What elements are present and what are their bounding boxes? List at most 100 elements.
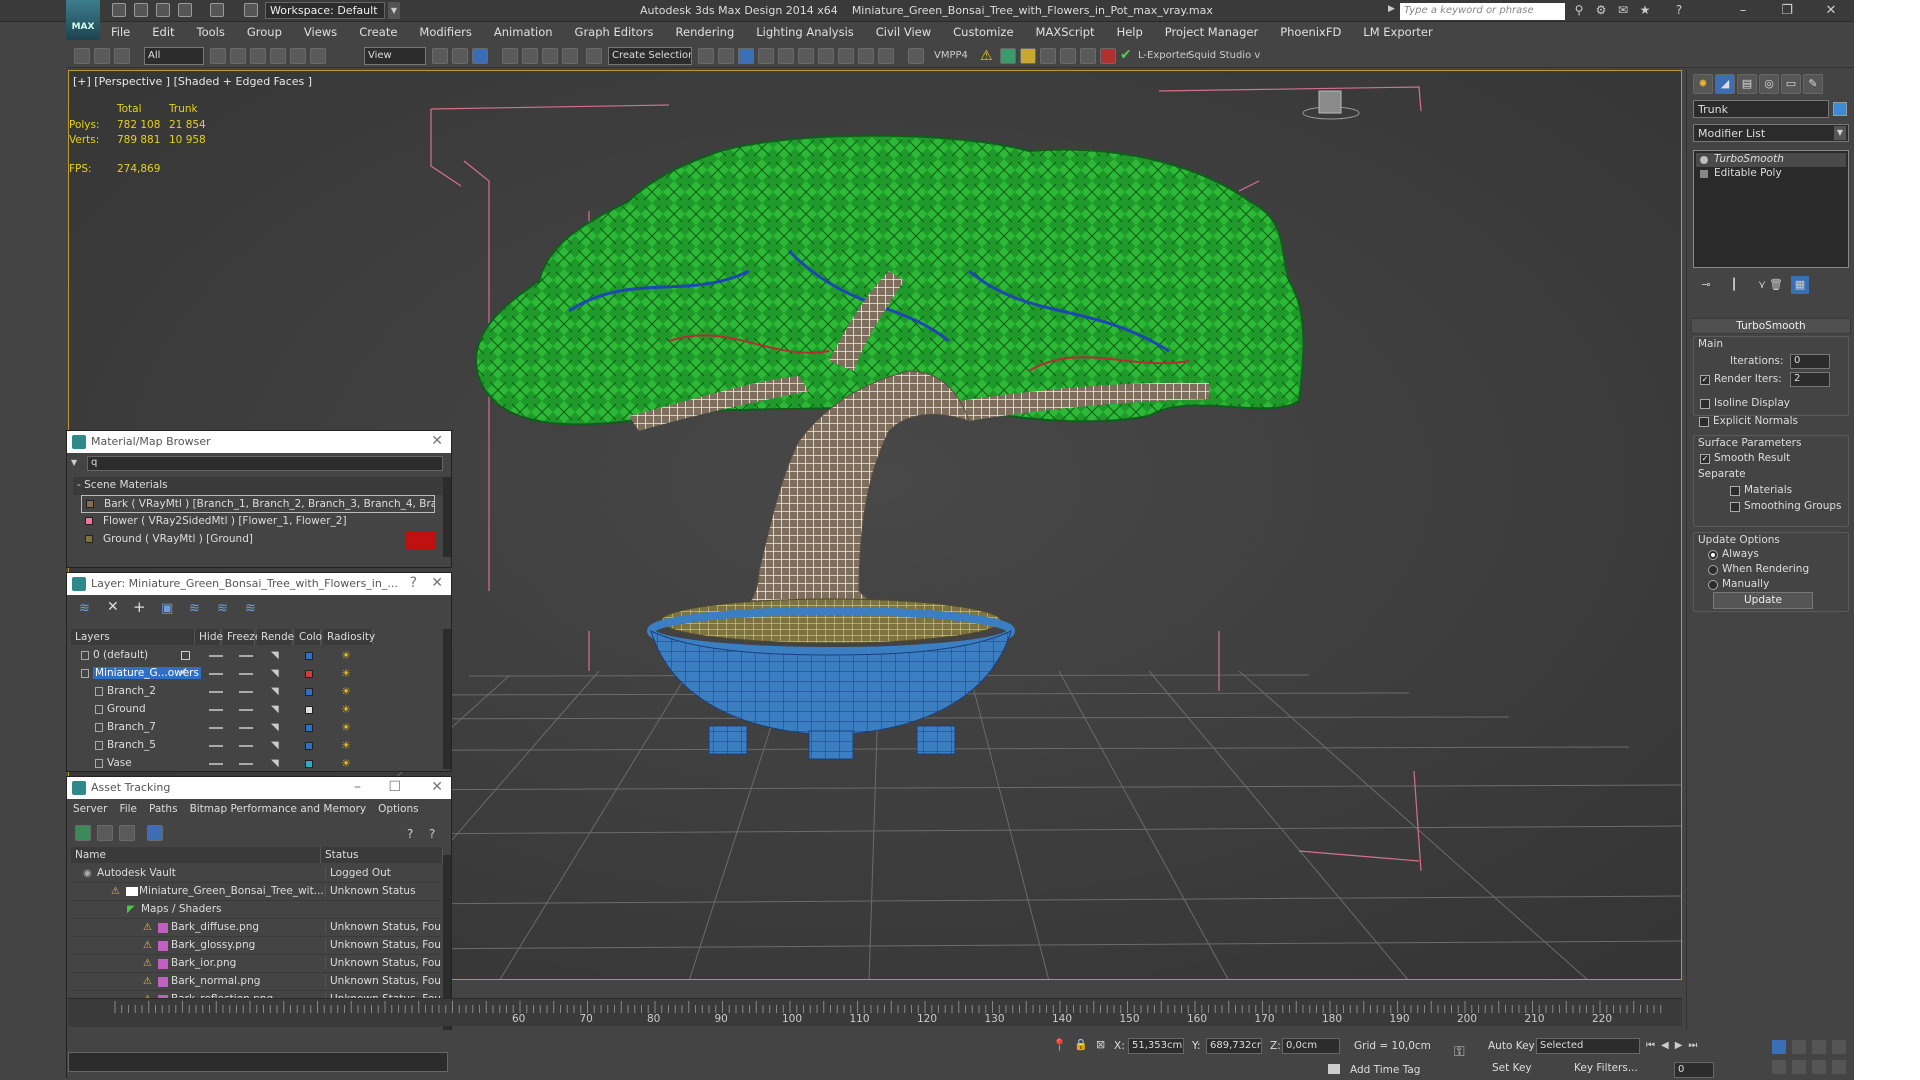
maximize-icon[interactable]: ☐	[388, 779, 401, 795]
hide-all-icon[interactable]: ≋	[217, 601, 228, 616]
menu-item-maxscript[interactable]: MAXScript	[1025, 25, 1106, 39]
app-logo[interactable]: MAX	[66, 0, 100, 40]
add-time-tag-button[interactable]: Add Time Tag	[1350, 1064, 1420, 1076]
hide-toggle[interactable]	[209, 709, 223, 711]
render-iters-checkbox[interactable]: ✓	[1700, 375, 1710, 385]
configure-modifier-sets-icon[interactable]: ▦	[1791, 276, 1809, 294]
warning-icon[interactable]: ⚠	[980, 48, 993, 64]
hide-toggle[interactable]	[209, 673, 223, 675]
current-layer-box[interactable]	[181, 651, 190, 660]
y-coordinate-field[interactable]: 689,732cm	[1206, 1038, 1262, 1054]
viewport-label[interactable]: [+] [Perspective ] [Shaded + Edged Faces…	[73, 75, 312, 88]
asset-row[interactable]: ⚠ Bark_diffuse.png Unknown Status, Four	[71, 919, 441, 937]
add-to-layer-icon[interactable]: +	[133, 598, 146, 616]
checkmark-icon[interactable]: ✔	[1120, 47, 1132, 63]
subscription-icon[interactable]: ⚙	[1594, 3, 1608, 17]
graphite-tools-icon[interactable]	[758, 48, 774, 64]
select-manipulate-icon[interactable]	[452, 48, 468, 64]
help-search-icon[interactable]: ?	[429, 827, 435, 841]
new-file-icon[interactable]	[112, 3, 126, 17]
time-tag-icon[interactable]	[1328, 1064, 1340, 1074]
layer-column-layers[interactable]: Layers	[71, 629, 195, 645]
layer-column-color[interactable]: Color	[295, 629, 326, 645]
menu-item-help[interactable]: Help	[1106, 25, 1154, 39]
undo-icon[interactable]	[178, 3, 192, 17]
layer-column-hide[interactable]: Hide	[195, 629, 223, 645]
z-coordinate-field[interactable]: 0,0cm	[1282, 1038, 1340, 1054]
angle-snap-icon[interactable]	[522, 48, 538, 64]
freeze-toggle[interactable]	[239, 673, 253, 675]
restore-icon[interactable]: ❐	[1772, 2, 1802, 20]
selection-lock-icon[interactable]: 🔒	[1074, 1038, 1088, 1051]
menu-item-file[interactable]: File	[100, 25, 141, 39]
radiosity-icon[interactable]: ☀	[341, 757, 351, 770]
light-icon[interactable]	[1020, 48, 1036, 64]
layer-row[interactable]: Branch_2 ◥ ☀	[71, 683, 441, 701]
table-view-icon[interactable]	[147, 825, 163, 841]
minimize-icon[interactable]: –	[1728, 2, 1758, 20]
edit-named-selection-icon[interactable]	[586, 48, 602, 64]
layer-color-swatch[interactable]	[305, 724, 313, 732]
render-teapot-icon[interactable]: ◥	[271, 704, 279, 715]
layer-color-swatch[interactable]	[305, 652, 313, 660]
exporter-label[interactable]: L-Exporter	[1138, 50, 1190, 61]
display-tab-icon[interactable]: ▭	[1781, 74, 1801, 94]
layer-color-swatch[interactable]	[305, 688, 313, 696]
vmpp-label[interactable]: VMPP4	[934, 50, 968, 61]
hide-toggle[interactable]	[209, 727, 223, 729]
key-filters-button[interactable]: Key Filters...	[1574, 1062, 1638, 1074]
asset-column-status[interactable]: Status	[321, 847, 443, 863]
squid-studio-label[interactable]: Squid Studio v	[1188, 50, 1260, 61]
absolute-mode-icon[interactable]: ⊠	[1096, 1038, 1105, 1051]
asset-menu-paths[interactable]: Paths	[149, 803, 178, 815]
menu-item-graph-editors[interactable]: Graph Editors	[564, 25, 665, 39]
layer-row[interactable]: 0 (default) ◥ ☀	[71, 647, 441, 665]
menu-item-edit[interactable]: Edit	[141, 25, 185, 39]
create-tab-icon[interactable]: ✸	[1693, 74, 1713, 94]
search-arrow-icon[interactable]: ▶	[1388, 4, 1395, 14]
isolate-selection-icon[interactable]: 📍	[1052, 1038, 1067, 1052]
menu-item-project-manager[interactable]: Project Manager	[1154, 25, 1269, 39]
freeze-toggle[interactable]	[239, 691, 253, 693]
pin-stack-icon[interactable]: ⊸	[1697, 276, 1715, 294]
asset-row[interactable]: ⚠ Miniature_Green_Bonsai_Tree_wit... Unkno…	[71, 883, 441, 901]
zoom-extents-all-icon[interactable]	[1832, 1040, 1846, 1054]
stack-item-editable-poly[interactable]: Editable Poly	[1696, 167, 1846, 181]
radiosity-icon[interactable]: ☀	[341, 649, 351, 662]
explicit-normals-checkbox[interactable]	[1699, 417, 1709, 427]
maxscript-listener[interactable]	[68, 1052, 448, 1072]
workspace-dropdown[interactable]: Workspace: Default	[265, 2, 385, 19]
menu-item-lighting-analysis[interactable]: Lighting Analysis	[745, 25, 865, 39]
hide-toggle[interactable]	[209, 745, 223, 747]
layer-column-render[interactable]: Render	[257, 629, 298, 645]
rendered-frame-icon[interactable]	[858, 48, 874, 64]
redo-icon[interactable]	[210, 3, 224, 17]
layer-row[interactable]: Miniature_G...owers ◥ ☀ ✔	[71, 665, 441, 683]
search-input[interactable]: Type a keyword or phrase	[1400, 3, 1565, 20]
menu-item-views[interactable]: Views	[293, 25, 348, 39]
menu-item-lm-exporter[interactable]: LM Exporter	[1352, 25, 1443, 39]
browser-scrollbar[interactable]	[443, 477, 451, 557]
radiosity-icon[interactable]: ☀	[341, 685, 351, 698]
stack-item-turbosmooth[interactable]: TurboSmooth	[1696, 153, 1846, 167]
playback-controls[interactable]: ⏮◀▶⏭	[1646, 1040, 1703, 1051]
asset-row[interactable]: ⚠ Bark_glossy.png Unknown Status, Four	[71, 937, 441, 955]
set-key-button[interactable]: Set Key	[1492, 1062, 1532, 1074]
material-browser-titlebar[interactable]: Material/Map Browser ✕	[67, 431, 451, 453]
render-teapot-icon[interactable]: ◥	[271, 686, 279, 697]
hide-toggle[interactable]	[209, 655, 223, 657]
asset-menu-server[interactable]: Server	[73, 803, 107, 815]
asset-tracking-titlebar[interactable]: Asset Tracking – ☐ ✕	[67, 777, 451, 799]
asset-column-name[interactable]: Name	[71, 847, 321, 863]
close-icon[interactable]: ✕	[431, 779, 443, 795]
layer-manager-icon[interactable]	[738, 48, 754, 64]
freeze-toggle[interactable]	[239, 727, 253, 729]
asset-row[interactable]: ⚠ Bark_ior.png Unknown Status, Four	[71, 955, 441, 973]
scene-materials-group[interactable]: - Scene Materials	[73, 477, 443, 495]
object-name-field[interactable]: Trunk	[1693, 100, 1829, 118]
track-bar[interactable]: 60 70 80 90 100 110 120 130 140 150 160 170 180 190 20…	[68, 998, 1682, 1026]
material-item-bark[interactable]: Bark ( VRayMtl ) [Branch_1, Branch_2, Br…	[81, 495, 435, 513]
asset-menu-file[interactable]: File	[119, 803, 137, 815]
layer-row[interactable]: Ground ◥ ☀	[71, 701, 441, 719]
when-rendering-radio[interactable]	[1708, 565, 1718, 575]
